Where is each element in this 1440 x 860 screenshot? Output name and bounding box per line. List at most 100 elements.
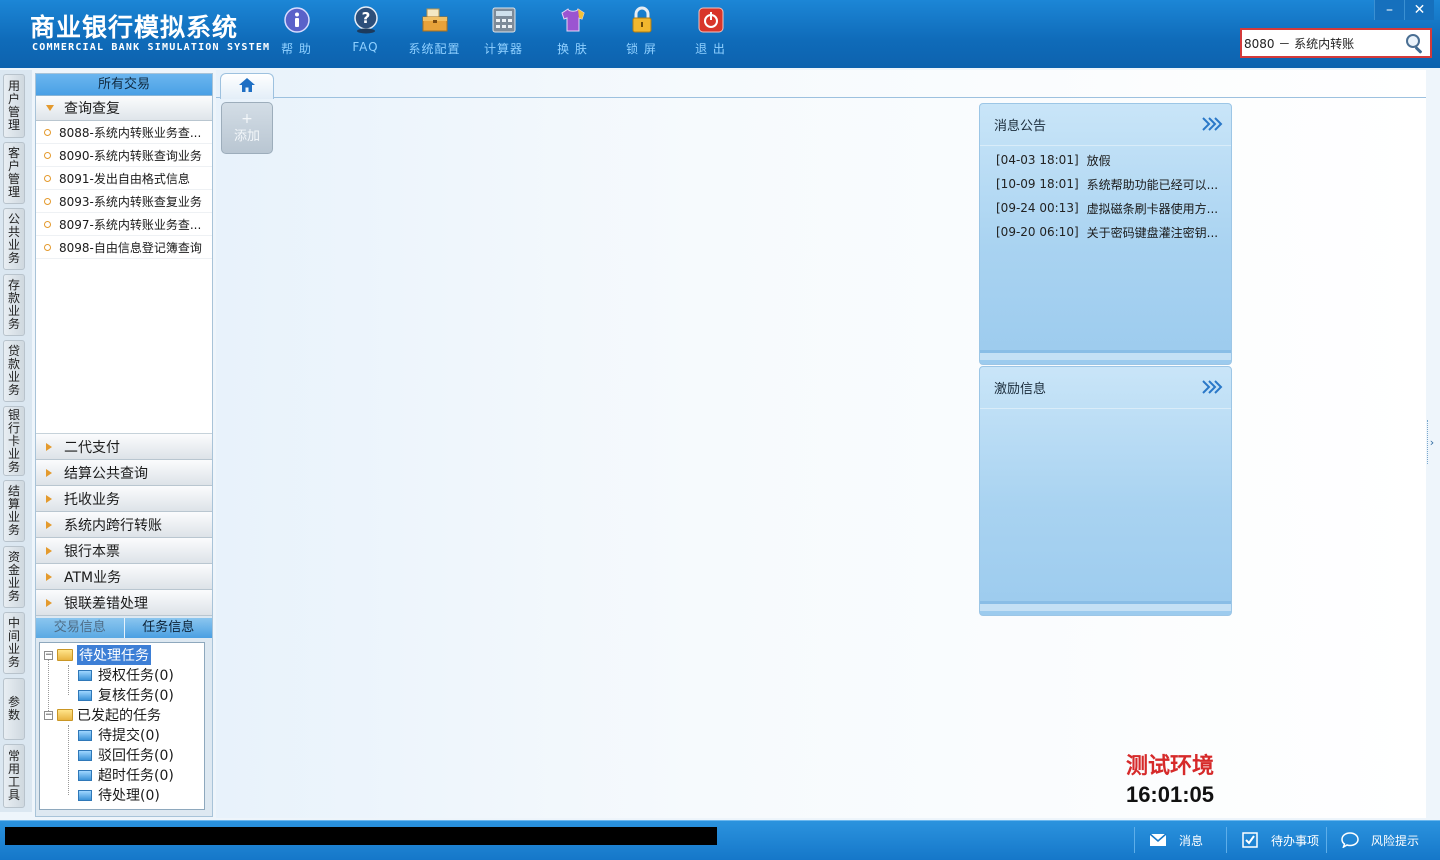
more-chevrons-icon[interactable] bbox=[1201, 116, 1223, 136]
notice-item[interactable]: [04-03 18:01] 放假 bbox=[980, 148, 1231, 172]
window-controls: – ✕ bbox=[1374, 0, 1434, 20]
task-icon bbox=[78, 749, 92, 761]
transaction-nav-panel: 所有交易 查询查复 8088-系统内转账业务查... 8090-系统内转账查询业… bbox=[35, 73, 213, 817]
power-icon bbox=[697, 6, 725, 34]
nav-item[interactable]: 8090-系统内转账查询业务 bbox=[36, 144, 212, 167]
nav-item[interactable]: 8091-发出自由格式信息 bbox=[36, 167, 212, 190]
notice-item[interactable]: [09-24 00:13] 虚拟磁条刷卡器使用方... bbox=[980, 196, 1231, 220]
nav-group-bank-note[interactable]: 银行本票 bbox=[36, 538, 212, 564]
nav-group-query-reply[interactable]: 查询查复 bbox=[36, 96, 212, 121]
app-logo-subtitle: COMMERCIAL BANK SIMULATION SYSTEM bbox=[32, 42, 271, 53]
info-tabs: 交易信息 任务信息 bbox=[36, 618, 212, 638]
environment-indicator: 测试环境 16:01:05 bbox=[1110, 748, 1230, 808]
more-chevrons-icon[interactable] bbox=[1201, 379, 1223, 399]
nav-item[interactable]: 8093-系统内转账查复业务 bbox=[36, 190, 212, 213]
vtab-intermediary-business[interactable]: 中间业务 bbox=[3, 612, 25, 674]
tab-task-info[interactable]: 任务信息 bbox=[123, 618, 212, 638]
task-icon bbox=[78, 689, 92, 701]
add-shortcut-button[interactable]: + 添加 bbox=[221, 102, 273, 154]
tree-node-authorize[interactable]: 授权任务(0) bbox=[40, 665, 204, 685]
nav-group-atm[interactable]: ATM业务 bbox=[36, 564, 212, 590]
tab-transaction-info[interactable]: 交易信息 bbox=[36, 618, 124, 638]
collapsed-arrow-icon bbox=[46, 572, 52, 581]
exit-label: 退 出 bbox=[695, 42, 726, 56]
vtab-public-business[interactable]: 公共业务 bbox=[3, 208, 25, 270]
lock-screen-label: 锁 屏 bbox=[626, 42, 657, 56]
tree-node-pending[interactable]: − 待处理任务 bbox=[40, 645, 204, 665]
bullet-icon bbox=[44, 128, 51, 136]
home-icon bbox=[238, 77, 256, 96]
nav-group-settlement-query[interactable]: 结算公共查询 bbox=[36, 460, 212, 486]
vtab-parameters[interactable]: 参数 bbox=[3, 678, 25, 740]
app-logo-title: 商业银行模拟系统 bbox=[30, 13, 239, 42]
tree-node-timeout[interactable]: 超时任务(0) bbox=[40, 765, 204, 785]
nav-group-collection[interactable]: 托收业务 bbox=[36, 486, 212, 512]
nav-group-second-gen-payment[interactable]: 二代支付 bbox=[36, 434, 212, 460]
collapsed-arrow-icon bbox=[46, 546, 52, 555]
notice-list: [04-03 18:01] 放假 [10-09 18:01] 系统帮助功能已经可以.… bbox=[980, 146, 1231, 244]
change-skin-button[interactable]: 换 肤 bbox=[538, 6, 607, 62]
collapsed-arrow-icon bbox=[46, 494, 52, 503]
exit-button[interactable]: 退 出 bbox=[676, 6, 745, 62]
category-sidebar: 用户管理 客户管理 公共业务 存款业务 贷款业务 银行卡业务 结算业务 资金业务… bbox=[0, 70, 32, 812]
page-tabstrip bbox=[216, 70, 1426, 99]
tab-home[interactable] bbox=[220, 73, 274, 99]
nav-group-label: 查询查复 bbox=[64, 101, 120, 117]
vtab-loan-business[interactable]: 贷款业务 bbox=[3, 340, 25, 402]
tree-node-rejected[interactable]: 驳回任务(0) bbox=[40, 745, 204, 765]
incentive-panel-header: 激励信息 bbox=[980, 367, 1231, 409]
expand-right-icon[interactable]: › bbox=[1427, 420, 1436, 464]
notice-panel-title: 消息公告 bbox=[994, 119, 1047, 134]
info-icon bbox=[283, 6, 311, 34]
lock-screen-button[interactable]: 锁 屏 bbox=[607, 6, 676, 62]
nav-item[interactable]: 8098-自由信息登记簿查询 bbox=[36, 236, 212, 259]
task-icon bbox=[78, 729, 92, 741]
risk-alert-button[interactable]: 风险提示 bbox=[1326, 827, 1436, 853]
minimize-button[interactable]: – bbox=[1374, 0, 1404, 20]
folder-open-icon bbox=[57, 709, 73, 721]
vtab-bank-card-business[interactable]: 银行卡业务 bbox=[3, 406, 25, 476]
redacted-status-text bbox=[5, 827, 717, 845]
faq-button[interactable]: ? FAQ bbox=[331, 6, 400, 62]
vtab-deposit-business[interactable]: 存款业务 bbox=[3, 274, 25, 336]
system-config-button[interactable]: 系统配置 bbox=[400, 6, 469, 62]
main-workspace: + 添加 消息公告 [04-03 18:01] 放假 [10-09 18:01] 系… bbox=[216, 70, 1426, 818]
nav-title: 所有交易 bbox=[36, 74, 212, 96]
lock-icon bbox=[628, 6, 656, 34]
tree-node-initiated[interactable]: − 已发起的任务 bbox=[40, 705, 204, 725]
vtab-settlement-business[interactable]: 结算业务 bbox=[3, 480, 25, 542]
calculator-button[interactable]: 计算器 bbox=[469, 6, 538, 62]
nav-group-unionpay-error[interactable]: 银联差错处理 bbox=[36, 590, 212, 616]
tree-node-to-submit[interactable]: 待提交(0) bbox=[40, 725, 204, 745]
notice-panel: 消息公告 [04-03 18:01] 放假 [10-09 18:01] 系统帮助功能… bbox=[979, 103, 1232, 365]
transaction-search-input[interactable] bbox=[1242, 31, 1402, 55]
app-header: 商业银行模拟系统 COMMERCIAL BANK SIMULATION SYST… bbox=[0, 0, 1440, 68]
close-button[interactable]: ✕ bbox=[1404, 0, 1434, 20]
collapse-toggle-icon[interactable]: − bbox=[44, 710, 53, 720]
nav-item[interactable]: 8088-系统内转账业务查... bbox=[36, 121, 212, 144]
tree-node-review[interactable]: 复核任务(0) bbox=[40, 685, 204, 705]
help-button[interactable]: 帮 助 bbox=[262, 6, 331, 62]
question-icon: ? bbox=[352, 6, 380, 34]
main-toolbar: 帮 助 ? FAQ 系统配置 计算器 换 肤 锁 屏 退 出 bbox=[262, 6, 745, 62]
vtab-common-tools[interactable]: 常用工具 bbox=[3, 744, 25, 808]
vtab-customer-management[interactable]: 客户管理 bbox=[3, 142, 25, 204]
bullet-icon bbox=[44, 220, 51, 228]
nav-item[interactable]: 8097-系统内转账业务查... bbox=[36, 213, 212, 236]
vtab-fund-business[interactable]: 资金业务 bbox=[3, 546, 25, 608]
plus-icon: + bbox=[241, 110, 253, 127]
todo-button[interactable]: 待办事项 bbox=[1226, 827, 1324, 853]
notice-item[interactable]: [10-09 18:01] 系统帮助功能已经可以... bbox=[980, 172, 1231, 196]
status-bar: 消息 待办事项 风险提示 bbox=[0, 820, 1440, 860]
search-icon[interactable] bbox=[1402, 30, 1428, 56]
clock: 16:01:05 bbox=[1125, 782, 1215, 807]
collapsed-arrow-icon bbox=[46, 468, 52, 477]
messages-button[interactable]: 消息 bbox=[1134, 827, 1226, 853]
tree-node-to-process[interactable]: 待处理(0) bbox=[40, 785, 204, 805]
vtab-user-management[interactable]: 用户管理 bbox=[3, 74, 25, 138]
task-icon bbox=[78, 669, 92, 681]
help-label: 帮 助 bbox=[281, 42, 312, 56]
notice-item[interactable]: [09-20 06:10] 关于密码键盘灌注密钥... bbox=[980, 220, 1231, 244]
collapse-toggle-icon[interactable]: − bbox=[44, 650, 53, 660]
nav-group-interbank-transfer[interactable]: 系统内跨行转账 bbox=[36, 512, 212, 538]
